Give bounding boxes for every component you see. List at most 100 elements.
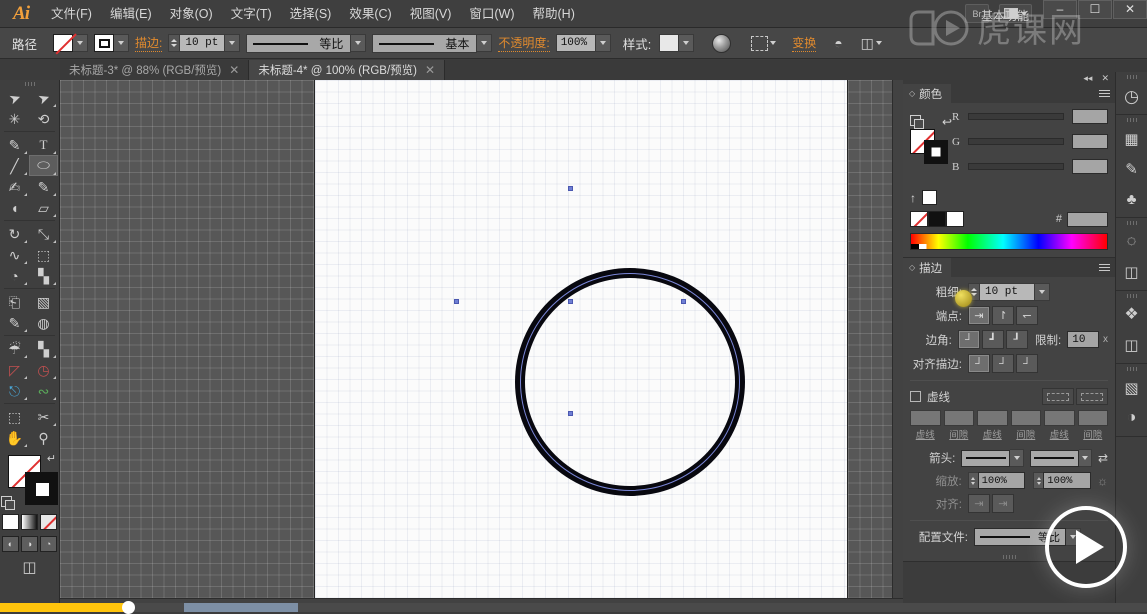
perspective-selection-tool[interactable]: ◷ [29, 359, 58, 380]
butt-cap-button[interactable]: ⇥ [968, 306, 990, 325]
dash-field-3[interactable]: 虚线 [1044, 410, 1075, 441]
dock-grip-3[interactable] [1116, 218, 1147, 227]
menu-file[interactable]: 文件(F) [42, 0, 101, 28]
opacity-control[interactable]: 100% [556, 34, 611, 52]
b-slider-track[interactable] [968, 163, 1064, 170]
fill-dropdown-icon[interactable] [73, 34, 88, 52]
transform-link[interactable]: 变换 [792, 34, 816, 52]
collapse-panels-icon[interactable]: ◂◂ [1083, 73, 1092, 84]
draw-inside-icon[interactable]: ◔ [40, 536, 57, 552]
arrowhead-start-dropdown-icon[interactable] [1010, 449, 1023, 467]
fill-swatch-group[interactable] [53, 34, 88, 52]
align-center-button[interactable]: ┘ [968, 354, 990, 373]
column-graph-tool[interactable]: ▚ [29, 265, 58, 286]
r-value-field[interactable] [1072, 109, 1108, 124]
maximize-button[interactable]: ☐ [1078, 0, 1112, 19]
color-guide-icon[interactable]: ◷ [1116, 81, 1147, 111]
video-progress-bar[interactable] [0, 603, 1147, 612]
eraser-tool[interactable]: ▱ [29, 197, 58, 218]
b-value-field[interactable] [1072, 159, 1108, 174]
stroke-swatch-group[interactable] [94, 34, 129, 52]
menu-type[interactable]: 文字(T) [222, 0, 281, 28]
gradient-icon[interactable]: ▧ [1116, 373, 1147, 403]
default-fill-stroke-icon[interactable] [1, 496, 13, 508]
scale-tool[interactable]: ⤡ [29, 223, 58, 244]
blob-brush-tool[interactable]: ◖ [0, 197, 29, 218]
color-stroke-swatch[interactable] [924, 140, 948, 164]
toolbar-stroke-swatch[interactable] [25, 472, 58, 505]
white-swatch[interactable] [946, 211, 964, 227]
stroke-weight-link[interactable]: 描边: [135, 34, 162, 52]
dock-grip-2[interactable] [1116, 115, 1147, 124]
artboards-icon[interactable]: ◫ [1116, 330, 1147, 360]
recolor-artwork-icon[interactable] [712, 34, 731, 53]
align-icon[interactable]: ◓ [834, 36, 842, 50]
fill-stroke-mini-icon[interactable] [910, 115, 921, 126]
layers-icon[interactable]: ❖ [1116, 300, 1147, 330]
ellipse-tool[interactable]: ⬭ [29, 155, 58, 176]
dash-field-2[interactable]: 虚线 [977, 410, 1008, 441]
dash-adjust-corners-button[interactable] [1076, 388, 1108, 405]
stroke-dropdown-icon[interactable] [114, 34, 129, 52]
hand-tool[interactable]: ✋ [0, 427, 29, 448]
free-transform-tool[interactable]: ⬚ [29, 244, 58, 265]
last-color-arrow-icon[interactable]: ↑ [910, 191, 916, 205]
document-tab-1[interactable]: 未标题-3* @ 88% (RGB/预览) ✕ [60, 60, 249, 80]
style-swatch[interactable] [659, 34, 679, 52]
isolate-selected-object-button[interactable] [751, 36, 776, 51]
style-control[interactable] [659, 34, 694, 52]
eyedropper-tool[interactable]: ✎ [0, 312, 29, 333]
extend-arrow-tip-button[interactable]: ⇥ [968, 494, 990, 513]
dock-grip-1[interactable] [1116, 72, 1147, 81]
document-tab-2-close-icon[interactable]: ✕ [425, 63, 435, 77]
arrange-button[interactable]: ◫ [861, 36, 882, 50]
close-panels-icon[interactable]: ✕ [1101, 73, 1109, 84]
pen-tool[interactable]: ✎ [0, 134, 29, 155]
gradient-button[interactable] [21, 514, 38, 530]
round-cap-button[interactable]: ↾ [992, 306, 1014, 325]
arrow-scale-start-input[interactable]: 100% [978, 472, 1026, 489]
stroke-swatch[interactable] [94, 34, 114, 52]
brushes-icon[interactable]: ✎ [1116, 154, 1147, 184]
brush-definition-dropdown-icon[interactable] [477, 34, 492, 52]
arrowhead-end-field[interactable] [1030, 450, 1079, 467]
appearance-icon[interactable]: ◌ [1116, 227, 1147, 257]
selection-tool[interactable]: ➤ [0, 87, 29, 108]
stroke-profile-value[interactable]: 等比 [246, 34, 351, 53]
type-tool[interactable]: T [29, 134, 58, 155]
draw-behind-icon[interactable]: ◑ [21, 536, 38, 552]
stroke-panel-menu-icon[interactable] [1099, 264, 1110, 272]
brush-definition-control[interactable]: 基本 [372, 34, 492, 53]
stroke-weight-input[interactable]: 10 pt [979, 283, 1035, 301]
dash-field-1[interactable]: 虚线 [910, 410, 941, 441]
stroke-weight-dropdown-icon[interactable] [225, 34, 240, 52]
rotate-tool[interactable]: ↻ [0, 223, 29, 244]
opacity-dropdown-icon[interactable] [596, 34, 611, 52]
r-slider-track[interactable] [968, 113, 1064, 120]
gap-field-3[interactable]: 间隙 [1078, 410, 1109, 441]
pencil-tool[interactable]: ✎ [29, 176, 58, 197]
warp-tool[interactable]: ∾ [29, 380, 58, 401]
graphic-styles-icon[interactable]: ◫ [1116, 257, 1147, 287]
bevel-join-button[interactable]: ┚ [1006, 330, 1028, 349]
perspective-grid-tool[interactable]: ◸ [0, 359, 29, 380]
menu-window[interactable]: 窗口(W) [460, 0, 523, 28]
menu-help[interactable]: 帮助(H) [524, 0, 584, 28]
stroke-weight-dropdown-icon-panel[interactable] [1035, 283, 1050, 301]
menu-object[interactable]: 对象(O) [161, 0, 222, 28]
color-panel-menu-icon[interactable] [1099, 90, 1110, 98]
dock-grip-5[interactable] [1116, 364, 1147, 373]
arrow-scale-end-stepper[interactable] [1033, 472, 1043, 489]
hex-input[interactable] [1067, 212, 1108, 227]
style-dropdown-icon[interactable] [679, 34, 694, 52]
shape-builder-tool[interactable]: ◔ [0, 265, 29, 286]
gap-field-1[interactable]: 间隙 [944, 410, 975, 441]
g-value-field[interactable] [1072, 134, 1108, 149]
canvas-vertical-scrollbar[interactable] [892, 80, 903, 598]
symbol-sprayer-tool[interactable]: ☔ [0, 338, 29, 359]
swap-fill-stroke-icon[interactable]: ↵ [47, 452, 56, 465]
gradient-tool[interactable]: ▧ [29, 291, 58, 312]
menu-edit[interactable]: 编辑(E) [101, 0, 161, 28]
miter-limit-input[interactable]: 10 [1067, 331, 1099, 348]
stroke-panel-tab[interactable]: ◇ 描边 [903, 258, 951, 277]
